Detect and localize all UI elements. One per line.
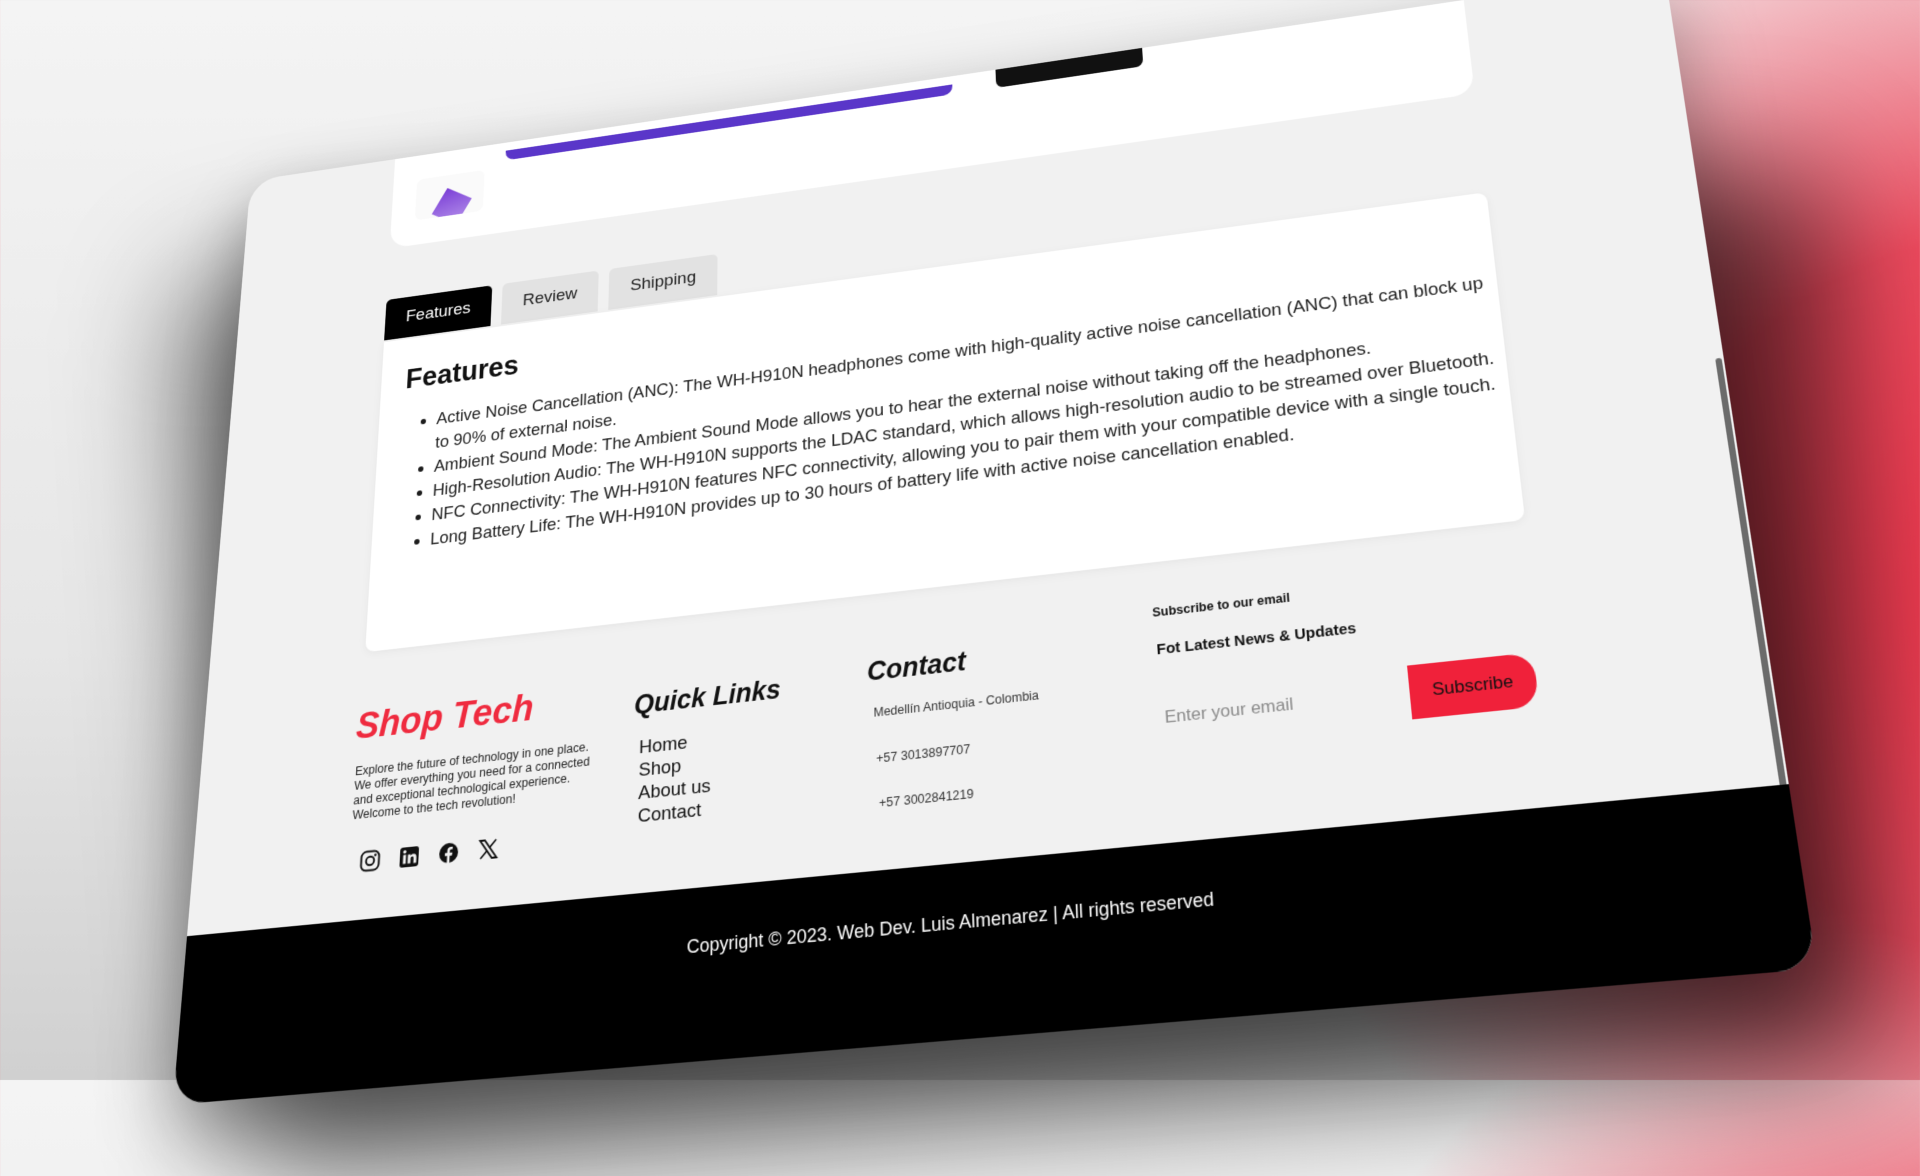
email-input[interactable]: [1161, 671, 1400, 741]
footer-brand[interactable]: Shop Tech: [355, 688, 535, 749]
color-selector-bar[interactable]: [505, 84, 953, 161]
browser-page: Features Review Shipping Features Active…: [172, 0, 1817, 1105]
subscribe-title: Fot Latest News & Updates: [1156, 619, 1357, 659]
product-image: [431, 188, 472, 221]
instagram-icon[interactable]: [358, 848, 382, 874]
product-card: [389, 0, 1475, 249]
add-to-cart-button[interactable]: [995, 39, 1144, 88]
subscribe-label: Subscribe to our email: [1151, 590, 1291, 620]
quick-links: Home Shop About us Contact: [638, 729, 712, 828]
subscribe-button[interactable]: Subscribe: [1407, 652, 1540, 720]
x-icon[interactable]: [476, 836, 500, 862]
contact-address: Medellín Antioquia - Colombia: [873, 688, 1040, 720]
product-thumbnail[interactable]: [414, 169, 485, 221]
quick-links-title: Quick Links: [633, 674, 781, 720]
facebook-icon[interactable]: [437, 840, 461, 866]
social-links: [358, 836, 500, 874]
contact-title: Contact: [866, 646, 967, 687]
brand-description: Explore the future of technology in one …: [352, 739, 591, 823]
features-title: Features: [404, 349, 520, 395]
contact-phone-2: +57 3002841219: [878, 786, 974, 811]
linkedin-icon[interactable]: [397, 844, 421, 870]
stage: Features Review Shipping Features Active…: [0, 0, 1920, 1105]
contact-phone-1: +57 3013897707: [876, 741, 971, 766]
